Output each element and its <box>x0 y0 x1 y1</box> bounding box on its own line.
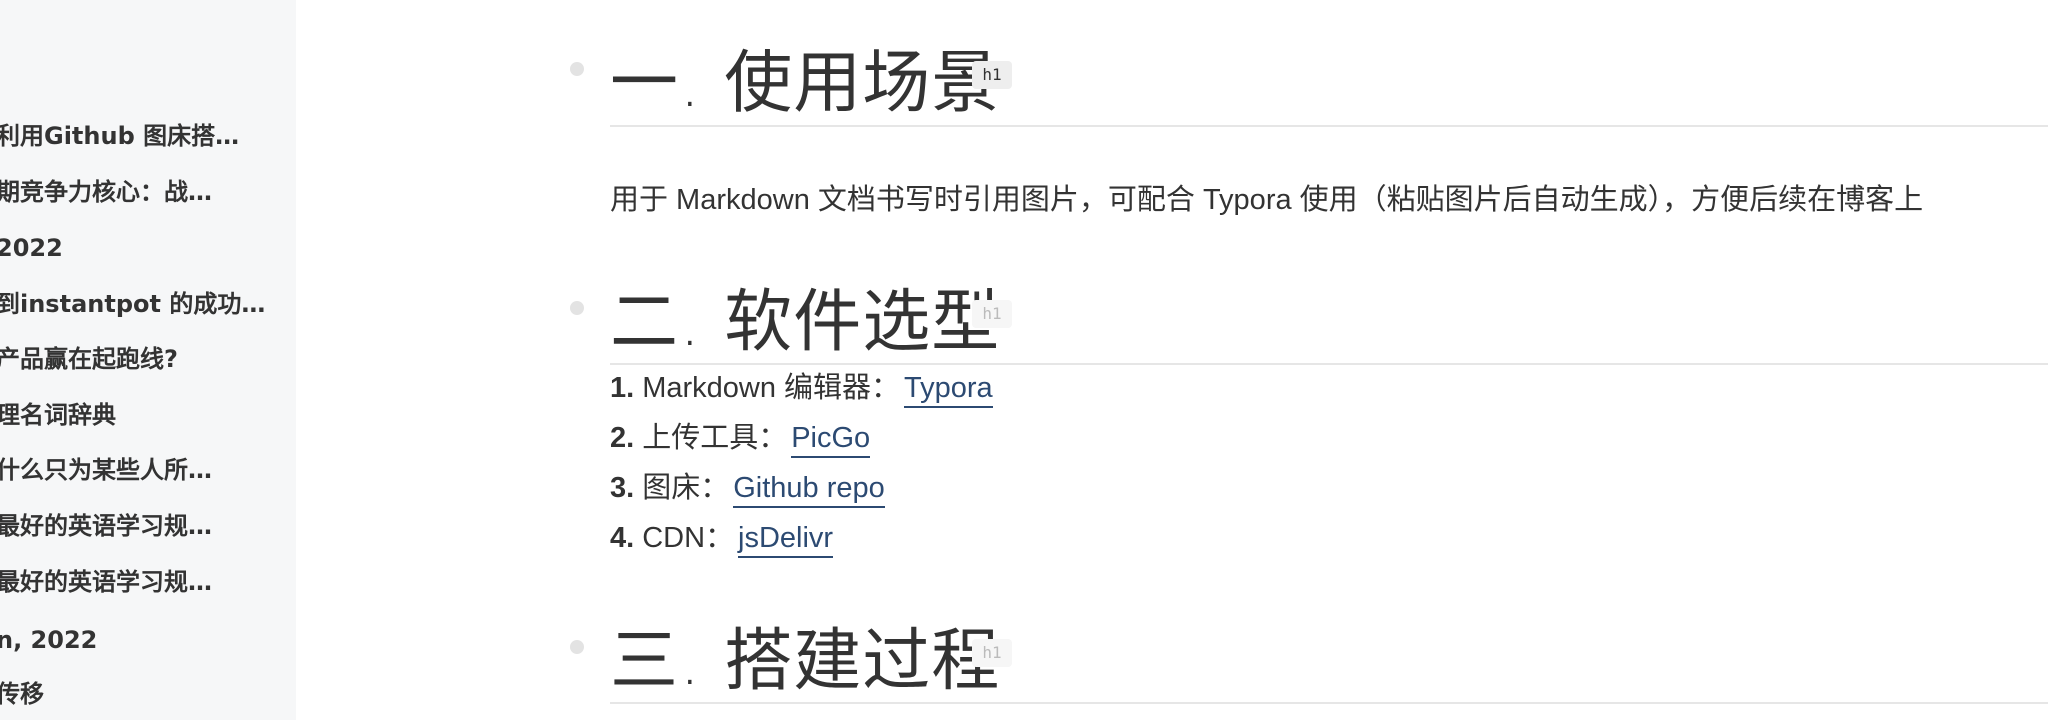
list-item: 2. 上传工具： PicGo <box>610 416 993 466</box>
list-label: 图床： <box>642 472 730 504</box>
heading-usage[interactable]: 一. 使用场景 h1 <box>570 15 2048 127</box>
picgo-link[interactable]: PicGo <box>791 422 871 458</box>
list-number: 1. <box>610 372 635 404</box>
list-item: 1. Markdown 编辑器： Typora <box>610 366 993 416</box>
list-number: 3. <box>610 472 635 504</box>
document-editor[interactable]: 一. 使用场景 h1 用于 Markdown 文档书写时引用图片，可配合 Typ… <box>0 0 2048 720</box>
heading-bullet-icon[interactable] <box>570 301 584 315</box>
jsdelivr-link[interactable]: jsDelivr <box>738 522 834 558</box>
typora-link[interactable]: Typora <box>904 372 993 408</box>
heading-software[interactable]: 二. 软件选型 h1 <box>570 253 2048 365</box>
heading-level-tag: h1 <box>972 61 1012 89</box>
heading-text: 二. 软件选型 <box>610 283 1001 362</box>
software-list: 1. Markdown 编辑器： Typora 2. 上传工具： PicGo 3. 图床：… <box>610 366 993 566</box>
github-repo-link[interactable]: Github repo <box>733 472 885 508</box>
list-label: CDN： <box>642 522 735 554</box>
heading-bullet-icon[interactable] <box>570 62 584 76</box>
heading-level-tag: h1 <box>972 300 1012 328</box>
heading-text: 一. 使用场景 <box>610 44 1001 123</box>
list-item: 3. 图床： Github repo <box>610 466 993 516</box>
list-number: 2. <box>610 422 635 454</box>
heading-text: 三. 搭建过程 <box>610 622 1001 701</box>
intro-paragraph: 用于 Markdown 文档书写时引用图片，可配合 Typora 使用（粘贴图片… <box>610 184 1924 216</box>
heading-setup[interactable]: 三. 搭建过程 h1 <box>570 592 2048 704</box>
list-label: Markdown 编辑器： <box>642 372 901 404</box>
heading-bullet-icon[interactable] <box>570 640 584 654</box>
list-number: 4. <box>610 522 635 554</box>
list-label: 上传工具： <box>642 422 788 454</box>
heading-level-tag: h1 <box>972 639 1012 667</box>
list-item: 4. CDN： jsDelivr <box>610 516 993 566</box>
